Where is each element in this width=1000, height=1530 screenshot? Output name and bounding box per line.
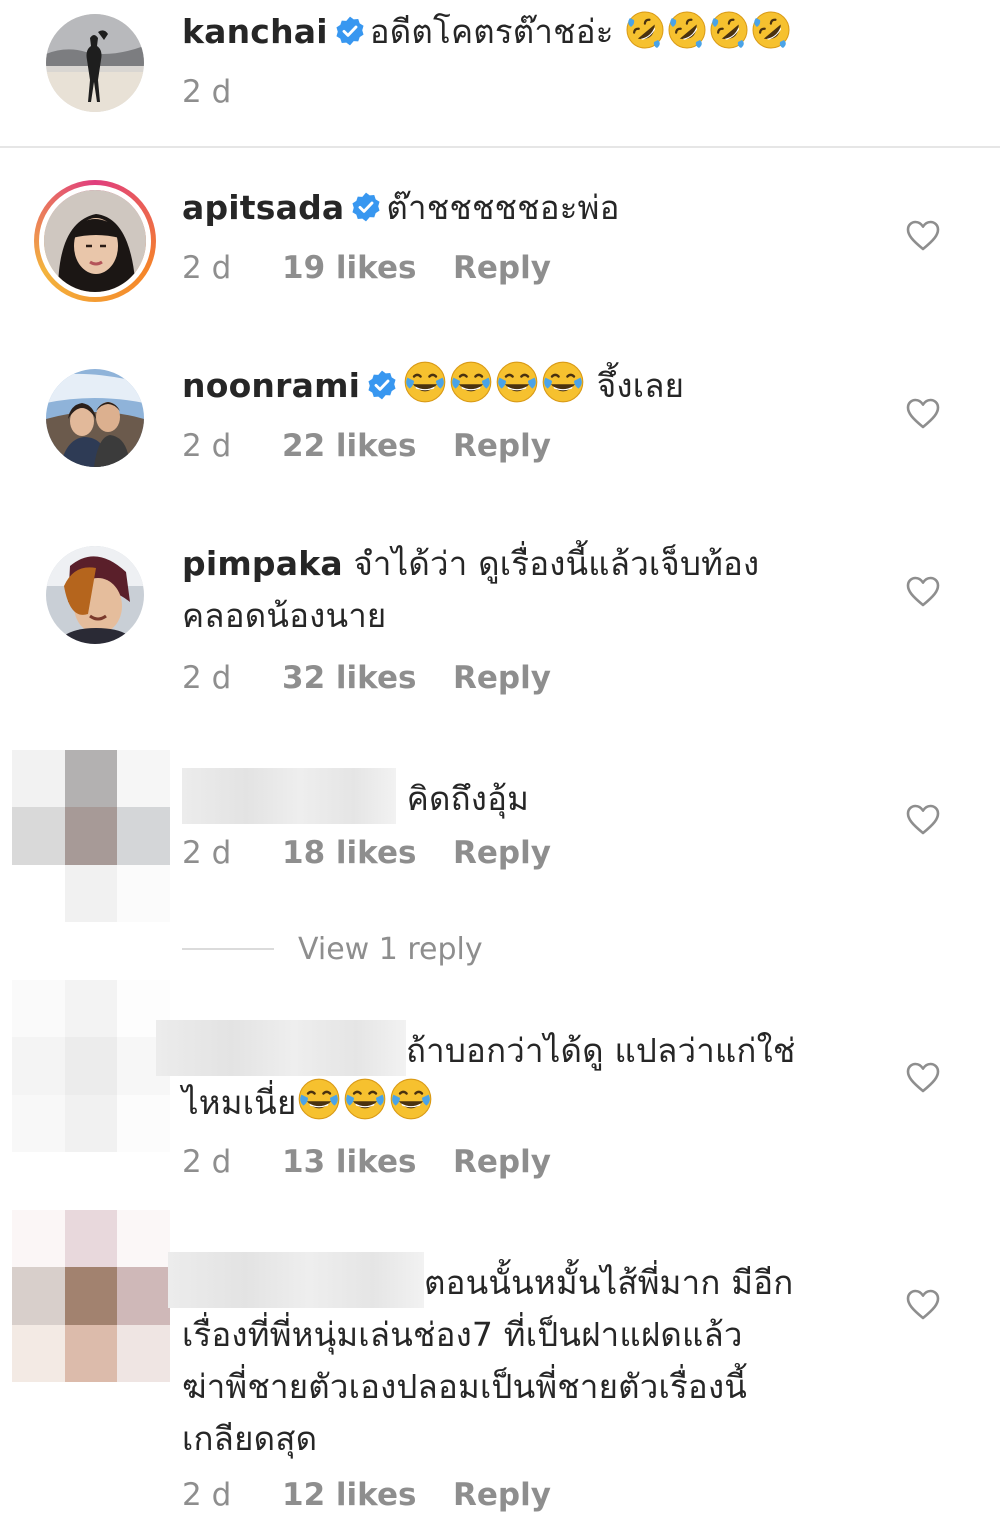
- likes-count[interactable]: 19 likes: [282, 248, 416, 288]
- username[interactable]: apitsada: [182, 188, 344, 227]
- username[interactable]: pimpaka: [182, 544, 343, 583]
- comment-body: ต๊าชชชชชอะพ่อ: [386, 188, 620, 227]
- avatar-pixelated[interactable]: [12, 750, 170, 922]
- likes-count[interactable]: 18 likes: [282, 833, 416, 873]
- comment-body-line1: จำได้ว่า ดูเรื่องนี้แล้วเจ็บท้อง: [353, 544, 760, 583]
- comment-body-line2: ไหมเนี่ย: [182, 1083, 297, 1122]
- heart-icon[interactable]: [906, 576, 940, 612]
- comment-time: 2 d: [182, 835, 232, 871]
- avatar-image: [46, 546, 144, 644]
- caption-text: kanchai อดีตโคตรต๊าชอ่ะ: [182, 6, 862, 62]
- username[interactable]: noonrami: [182, 366, 360, 405]
- reply-button[interactable]: Reply: [453, 1475, 551, 1515]
- heart-icon[interactable]: [906, 804, 940, 840]
- caption-body: อดีตโคตรต๊าชอ่ะ: [369, 12, 614, 51]
- verified-badge-icon: [334, 10, 366, 62]
- likes-count[interactable]: 13 likes: [282, 1142, 416, 1182]
- username-blurred[interactable]: [168, 1252, 424, 1308]
- likes-count[interactable]: 32 likes: [282, 658, 416, 698]
- comment-time: 2 d: [182, 74, 232, 110]
- comment-text: pimpaka จำได้ว่า ดูเรื่องนี้แล้วเจ็บท้อง…: [182, 538, 862, 642]
- comment-body-line1: ตอนนั้นหมั้นไส้พี่มาก มีอีก: [424, 1263, 794, 1302]
- avatar[interactable]: [46, 546, 144, 644]
- emoji-rofl-icon: [624, 12, 792, 51]
- comment-body-line2: คลอดน้องนาย: [182, 596, 387, 635]
- heart-icon[interactable]: [906, 1062, 940, 1098]
- avatar-pixelated[interactable]: [12, 980, 170, 1152]
- comment-text: apitsada ต๊าชชชชชอะพ่อ: [182, 182, 862, 238]
- view-replies-label[interactable]: View 1 reply: [298, 930, 483, 970]
- heart-icon[interactable]: [906, 220, 940, 256]
- avatar[interactable]: [46, 14, 144, 112]
- post-caption: kanchai อดีตโคตรต๊าชอ่ะ 2 d: [0, 0, 1000, 148]
- emoji-joy-icon: [402, 366, 586, 405]
- verified-badge-icon: [350, 186, 382, 238]
- comment-time: 2 d: [182, 660, 232, 696]
- comment-body-line3: ฆ่าพี่ชายตัวเองปลอมเป็นพี่ชายตัวเรื่องนี…: [182, 1367, 748, 1406]
- emoji-joy-icon: [296, 1083, 434, 1122]
- avatar-image: [46, 369, 144, 467]
- likes-count[interactable]: 12 likes: [282, 1475, 416, 1515]
- comment-body: จึ้งเลย: [596, 366, 685, 405]
- likes-count[interactable]: 22 likes: [282, 426, 416, 466]
- comment-time: 2 d: [182, 428, 232, 464]
- username[interactable]: kanchai: [182, 12, 328, 51]
- avatar-image: [46, 14, 144, 112]
- comment-body-line1: ถ้าบอกว่าได้ดู แปลว่าแก่ใช่: [406, 1031, 796, 1070]
- heart-icon[interactable]: [906, 398, 940, 434]
- comment-body-line2: เรื่องที่พี่หนุ่มเล่นช่อง7 ที่เป็นฝาแฝดแ…: [182, 1315, 743, 1354]
- reply-button[interactable]: Reply: [453, 658, 551, 698]
- avatar[interactable]: [34, 180, 156, 302]
- reply-button[interactable]: Reply: [453, 833, 551, 873]
- comment-body-line4: เกลียดสุด: [182, 1419, 318, 1458]
- avatar-pixelated[interactable]: [12, 1210, 170, 1382]
- reply-button[interactable]: Reply: [453, 426, 551, 466]
- comment-time: 2 d: [182, 1144, 232, 1180]
- avatar-image: [44, 190, 146, 292]
- comment-body: คิดถึงอุ้ม: [406, 779, 530, 818]
- avatar[interactable]: [46, 369, 144, 467]
- comment-text: คิดถึงอุ้ม: [182, 768, 862, 825]
- reply-button[interactable]: Reply: [453, 248, 551, 288]
- comment-text: ตอนนั้นหมั้นไส้พี่มาก มีอีก เรื่องที่พี่…: [168, 1252, 858, 1465]
- username-blurred[interactable]: [156, 1020, 406, 1076]
- username-blurred[interactable]: [182, 768, 396, 824]
- reply-button[interactable]: Reply: [453, 1142, 551, 1182]
- verified-badge-icon: [366, 364, 398, 416]
- heart-icon[interactable]: [906, 1289, 940, 1325]
- comment-text: noonrami จึ้งเลย: [182, 360, 862, 416]
- comment-time: 2 d: [182, 1477, 232, 1513]
- comment-text: ถ้าบอกว่าได้ดู แปลว่าแก่ใช่ ไหมเนี่ย: [156, 1020, 856, 1129]
- divider: [182, 948, 274, 950]
- comment-time: 2 d: [182, 250, 232, 286]
